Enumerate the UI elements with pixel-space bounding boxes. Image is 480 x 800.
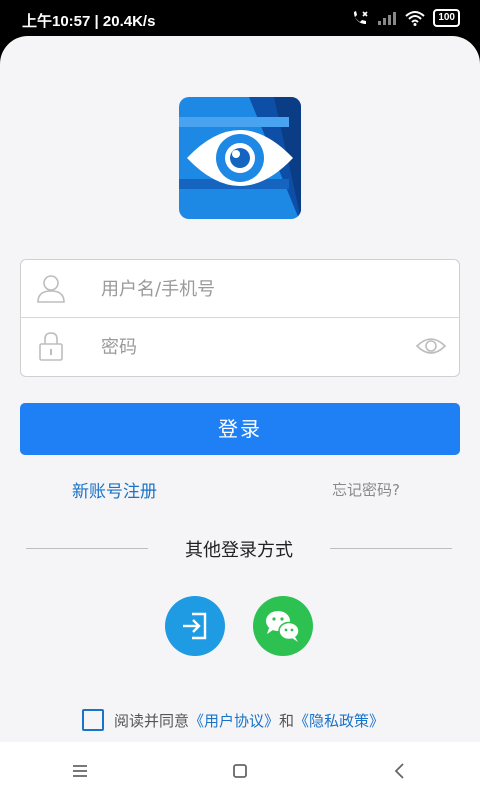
other-login-heading: 其他登录方式: [185, 540, 293, 561]
lock-icon: [39, 332, 63, 361]
status-bar: 上午10:57 | 20.4K/s 100: [0, 0, 480, 40]
login-button[interactable]: 登录: [20, 403, 460, 455]
agreement-row: 阅读并同意 《用户协议》 和 《隐私政策》: [82, 709, 384, 731]
battery-indicator: 100: [433, 9, 460, 27]
wechat-login-button[interactable]: [253, 596, 313, 656]
agreement-prefix: 阅读并同意: [114, 711, 190, 730]
system-nav-bar: [0, 742, 480, 800]
call-forwarding-icon: [354, 11, 368, 24]
eye-logo-icon: [179, 97, 301, 219]
home-icon[interactable]: [230, 761, 250, 781]
agreement-and: 和: [279, 711, 295, 730]
user-icon: [37, 275, 65, 303]
status-time: 上午10:57 | 20.4K/s: [22, 13, 156, 30]
password-input[interactable]: [99, 331, 403, 363]
forgot-password-link[interactable]: 忘记密码?: [332, 479, 400, 500]
agreement-checkbox[interactable]: [82, 709, 104, 731]
back-icon[interactable]: [390, 761, 410, 781]
eye-icon[interactable]: [415, 332, 447, 360]
password-row: [21, 318, 459, 375]
signal-icon: [378, 12, 397, 25]
login-door-icon: [183, 612, 207, 640]
register-link[interactable]: 新账号注册: [72, 477, 157, 502]
username-input[interactable]: [99, 273, 403, 305]
menu-icon[interactable]: [70, 763, 90, 779]
wechat-icon: [266, 611, 300, 642]
app-logo: [179, 97, 301, 219]
login-sheet: 登录 新账号注册 忘记密码? 其他登录方式 阅读并同意 《用户协议》 和 《隐私…: [0, 36, 480, 746]
divider-right: [330, 548, 452, 549]
privacy-policy-link[interactable]: 《隐私政策》: [294, 710, 384, 731]
username-row: [21, 260, 459, 318]
user-agreement-link[interactable]: 《用户协议》: [189, 710, 279, 731]
credentials-box: [20, 259, 460, 377]
wifi-icon: [405, 11, 425, 26]
door-login-button[interactable]: [165, 596, 225, 656]
status-icons: 100: [351, 9, 460, 27]
